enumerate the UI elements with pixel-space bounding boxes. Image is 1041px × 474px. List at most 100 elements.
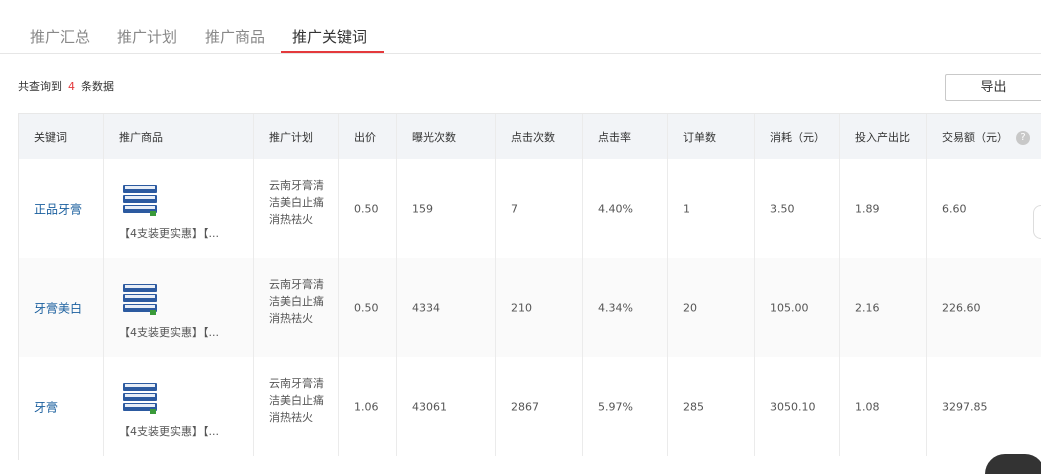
impressions-value: 4334 [412, 301, 440, 314]
clicks-value: 2867 [511, 400, 539, 413]
clicks-cell: 2867 [496, 357, 583, 456]
gmv-value: 6.60 [942, 202, 967, 215]
bid-value: 1.06 [354, 400, 379, 413]
export-button[interactable]: 导出 [945, 74, 1041, 101]
active-tab-indicator [281, 51, 384, 53]
header-cell[interactable]: 出价 [339, 114, 397, 159]
bid-cell: 0.50 [339, 159, 397, 258]
cost-cell: 3.50 [755, 159, 840, 258]
ctr-cell: 4.34% [583, 258, 668, 357]
keyword-cell: 牙膏 [19, 357, 104, 456]
summary-prefix: 共查询到 [18, 80, 62, 93]
header-cell[interactable]: 点击率 [583, 114, 668, 159]
table-header: 关键词 推广商品 推广计划 出价 曝光次数 点击次数 点击率 订单数 消耗（元）… [19, 114, 1041, 159]
product-cell: 【4支装更实惠】【... [104, 357, 254, 456]
keyword-link[interactable]: 牙膏 [34, 398, 58, 415]
roi-cell: 1.89 [840, 159, 927, 258]
ctr-value: 5.97% [598, 400, 633, 413]
table-row: 正品牙膏 【4支装更实惠】【... 云南牙膏清洁美白止痛消热祛火 0.50 15… [19, 159, 1041, 258]
ctr-cell: 5.97% [583, 357, 668, 456]
gmv-value: 3297.85 [942, 400, 988, 413]
header-cell[interactable]: 消耗（元） [755, 114, 840, 159]
header-cell: 推广商品 [104, 114, 254, 159]
gmv-cell: 3297.85 [927, 357, 1041, 456]
tab-products[interactable]: 推广商品 [205, 27, 265, 47]
header-cell: 推广计划 [254, 114, 339, 159]
header-cell[interactable]: 交易额（元）? [927, 114, 1041, 159]
table-row: 牙膏 【4支装更实惠】【... 云南牙膏清洁美白止痛消热祛火 1.06 4306… [19, 357, 1041, 456]
tab-plans[interactable]: 推广计划 [117, 27, 177, 47]
plan-name: 云南牙膏清洁美白止痛消热祛火 [269, 179, 324, 226]
bid-value: 0.50 [354, 301, 379, 314]
impressions-cell: 43061 [397, 357, 496, 456]
side-scroll-handle[interactable] [1033, 205, 1041, 239]
cost-value: 105.00 [770, 301, 809, 314]
keyword-link[interactable]: 牙膏美白 [34, 299, 82, 316]
tab-bar: 推广汇总 推广计划 推广商品 推广关键词 [0, 0, 1041, 54]
gmv-cell: 6.60 [927, 159, 1041, 258]
roi-value: 1.08 [855, 400, 880, 413]
roi-cell: 1.08 [840, 357, 927, 456]
roi-value: 1.89 [855, 202, 880, 215]
cost-value: 3.50 [770, 202, 795, 215]
result-summary: 共查询到 4 条数据 [18, 80, 114, 94]
ctr-value: 4.34% [598, 301, 633, 314]
orders-value: 285 [683, 400, 704, 413]
ctr-value: 4.40% [598, 202, 633, 215]
header-cell: 关键词 [19, 114, 104, 159]
result-count: 4 [68, 80, 75, 93]
header-cell[interactable]: 点击次数 [496, 114, 583, 159]
keyword-cell: 牙膏美白 [19, 258, 104, 357]
plan-cell: 云南牙膏清洁美白止痛消热祛火 [254, 258, 339, 357]
impressions-cell: 159 [397, 159, 496, 258]
cost-value: 3050.10 [770, 400, 816, 413]
header-cell[interactable]: 投入产出比 [840, 114, 927, 159]
bid-value: 0.50 [354, 202, 379, 215]
roi-cell: 2.16 [840, 258, 927, 357]
product-thumbnail[interactable] [122, 381, 159, 416]
impressions-value: 159 [412, 202, 433, 215]
bid-cell: 0.50 [339, 258, 397, 357]
product-thumbnail[interactable] [122, 183, 159, 218]
gmv-value: 226.60 [942, 301, 981, 314]
product-name[interactable]: 【4支装更实惠】【... [119, 225, 219, 241]
floating-widget[interactable] [985, 454, 1041, 474]
tab-summary[interactable]: 推广汇总 [30, 27, 90, 47]
product-thumbnail[interactable] [122, 282, 159, 317]
product-name[interactable]: 【4支装更实惠】【... [119, 324, 219, 340]
summary-suffix: 条数据 [81, 80, 114, 93]
orders-value: 20 [683, 301, 697, 314]
tab-keywords[interactable]: 推广关键词 [292, 27, 367, 47]
clicks-cell: 7 [496, 159, 583, 258]
orders-cell: 20 [668, 258, 755, 357]
orders-cell: 285 [668, 357, 755, 456]
gmv-cell: 226.60 [927, 258, 1041, 357]
bid-cell: 1.06 [339, 357, 397, 456]
plan-name: 云南牙膏清洁美白止痛消热祛火 [269, 278, 324, 325]
plan-cell: 云南牙膏清洁美白止痛消热祛火 [254, 357, 339, 456]
help-icon[interactable]: ? [1016, 130, 1030, 145]
product-cell: 【4支装更实惠】【... [104, 258, 254, 357]
orders-cell: 1 [668, 159, 755, 258]
clicks-value: 7 [511, 202, 518, 215]
header-gmv-label: 交易额（元） [942, 130, 1008, 144]
impressions-cell: 4334 [397, 258, 496, 357]
cost-cell: 105.00 [755, 258, 840, 357]
ctr-cell: 4.40% [583, 159, 668, 258]
impressions-value: 43061 [412, 400, 447, 413]
keyword-cell: 正品牙膏 [19, 159, 104, 258]
cost-cell: 3050.10 [755, 357, 840, 456]
roi-value: 2.16 [855, 301, 880, 314]
plan-name: 云南牙膏清洁美白止痛消热祛火 [269, 377, 324, 424]
header-cell[interactable]: 订单数 [668, 114, 755, 159]
clicks-cell: 210 [496, 258, 583, 357]
keyword-table: 关键词 推广商品 推广计划 出价 曝光次数 点击次数 点击率 订单数 消耗（元）… [18, 113, 1041, 460]
header-cell[interactable]: 曝光次数 [397, 114, 496, 159]
orders-value: 1 [683, 202, 690, 215]
product-name[interactable]: 【4支装更实惠】【... [119, 423, 219, 439]
table-row: 牙膏美白 【4支装更实惠】【... 云南牙膏清洁美白止痛消热祛火 0.50 43… [19, 258, 1041, 357]
clicks-value: 210 [511, 301, 532, 314]
plan-cell: 云南牙膏清洁美白止痛消热祛火 [254, 159, 339, 258]
keyword-link[interactable]: 正品牙膏 [34, 200, 82, 217]
product-cell: 【4支装更实惠】【... [104, 159, 254, 258]
